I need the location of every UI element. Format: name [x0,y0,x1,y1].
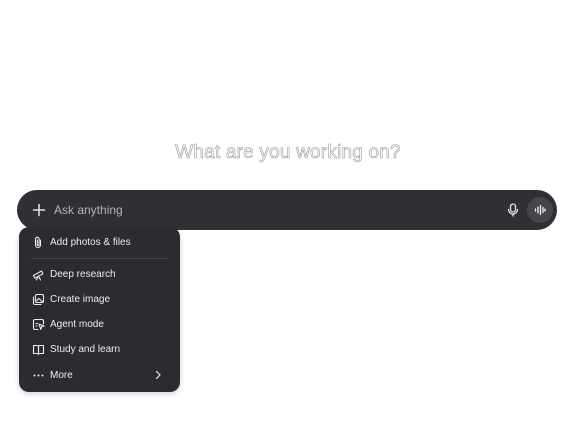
page-heading: What are you working on? [175,142,401,164]
menu-item-agent-mode[interactable]: Agent mode [25,313,174,335]
menu-item-label: Deep research [50,268,116,280]
menu-divider [31,258,168,259]
ellipsis-icon [31,368,45,382]
menu-item-deep-research[interactable]: Deep research [25,263,174,285]
menu-item-create-image[interactable]: Create image [25,288,174,310]
menu-item-add-photos-files[interactable]: Add photos & files [25,231,174,253]
menu-item-label: Study and learn [50,343,121,355]
book-icon [31,342,45,356]
page: What are you working on? Ask anything Ad… [0,0,576,433]
menu-item-label: Create image [50,293,111,305]
image-icon [31,292,45,306]
menu-item-study-and-learn[interactable]: Study and learn [25,338,174,360]
plus-icon [32,203,46,217]
menu-item-label: More [50,369,73,381]
chat-composer[interactable]: Ask anything [17,190,557,230]
microphone-icon [507,203,519,217]
telescope-icon [31,267,45,281]
agent-cursor-icon [31,317,45,331]
menu-item-label: Agent mode [50,318,104,330]
paperclip-icon [31,235,45,249]
voice-waveform-icon [534,204,546,216]
menu-item-label: Add photos & files [50,236,131,248]
menu-item-more[interactable]: More [25,364,174,386]
add-attachment-button[interactable] [25,196,53,224]
chevron-right-icon [152,369,164,381]
voice-mode-button[interactable] [527,197,553,223]
attachment-menu: Add photos & files Deep research Create … [19,227,180,392]
prompt-input[interactable]: Ask anything [54,190,123,230]
dictate-button[interactable] [499,196,527,224]
